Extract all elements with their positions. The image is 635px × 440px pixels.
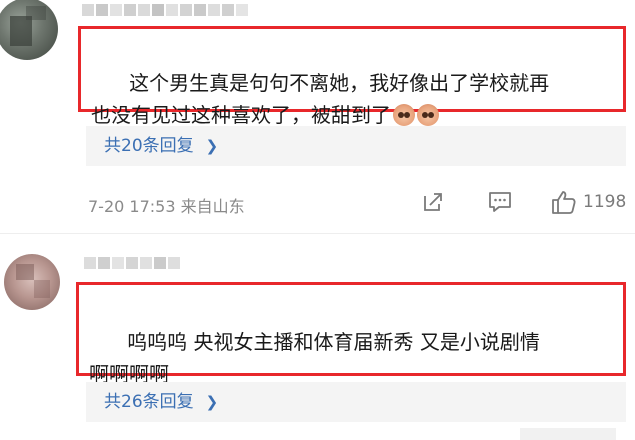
pig-face-emoji-icon <box>417 104 439 126</box>
avatar[interactable] <box>0 0 58 60</box>
comment-line: 也没有见过这种喜欢了，被甜到了 <box>91 103 391 127</box>
pig-face-emoji-icon <box>393 104 415 126</box>
comment-feed: 这个男生真是句句不离她，我好像出了学校就再也没有见过这种喜欢了，被甜到了 共20… <box>0 0 635 440</box>
chevron-right-icon: ❯ <box>205 137 219 155</box>
comment-button[interactable] <box>487 190 513 214</box>
comment-text-highlight: 呜呜呜 央视女主播和体育届新秀 又是小说剧情 啊啊啊啊 <box>76 282 626 386</box>
comment-line: 这个男生真是句句不离她，我好像出了学校就再 <box>129 71 550 95</box>
like-button[interactable]: 1198 <box>551 189 626 215</box>
divider <box>0 233 635 234</box>
comment-text-highlight: 这个男生真是句句不离她，我好像出了学校就再也没有见过这种喜欢了，被甜到了 <box>78 26 626 127</box>
share-icon <box>424 193 442 211</box>
avatar[interactable] <box>4 254 60 310</box>
replies-label: 共20条回复 <box>104 136 194 156</box>
view-replies-button[interactable]: 共26条回复 ❯ <box>86 382 626 422</box>
chevron-right-icon: ❯ <box>205 393 219 411</box>
like-count: 1198 <box>583 192 627 212</box>
replies-label: 共26条回复 <box>104 392 194 412</box>
comment-icon <box>489 192 511 212</box>
username-blurred[interactable] <box>82 4 248 16</box>
view-replies-button[interactable]: 共20条回复 ❯ <box>86 126 626 166</box>
share-button[interactable] <box>421 190 445 214</box>
like-icon <box>552 191 576 214</box>
comment-timestamp: 7-20 17:53 来自山东 <box>88 197 245 216</box>
watermark-fragment <box>520 428 616 440</box>
username-blurred[interactable] <box>84 257 180 269</box>
comment-line: 呜呜呜 央视女主播和体育届新秀 又是小说剧情 <box>127 330 540 354</box>
